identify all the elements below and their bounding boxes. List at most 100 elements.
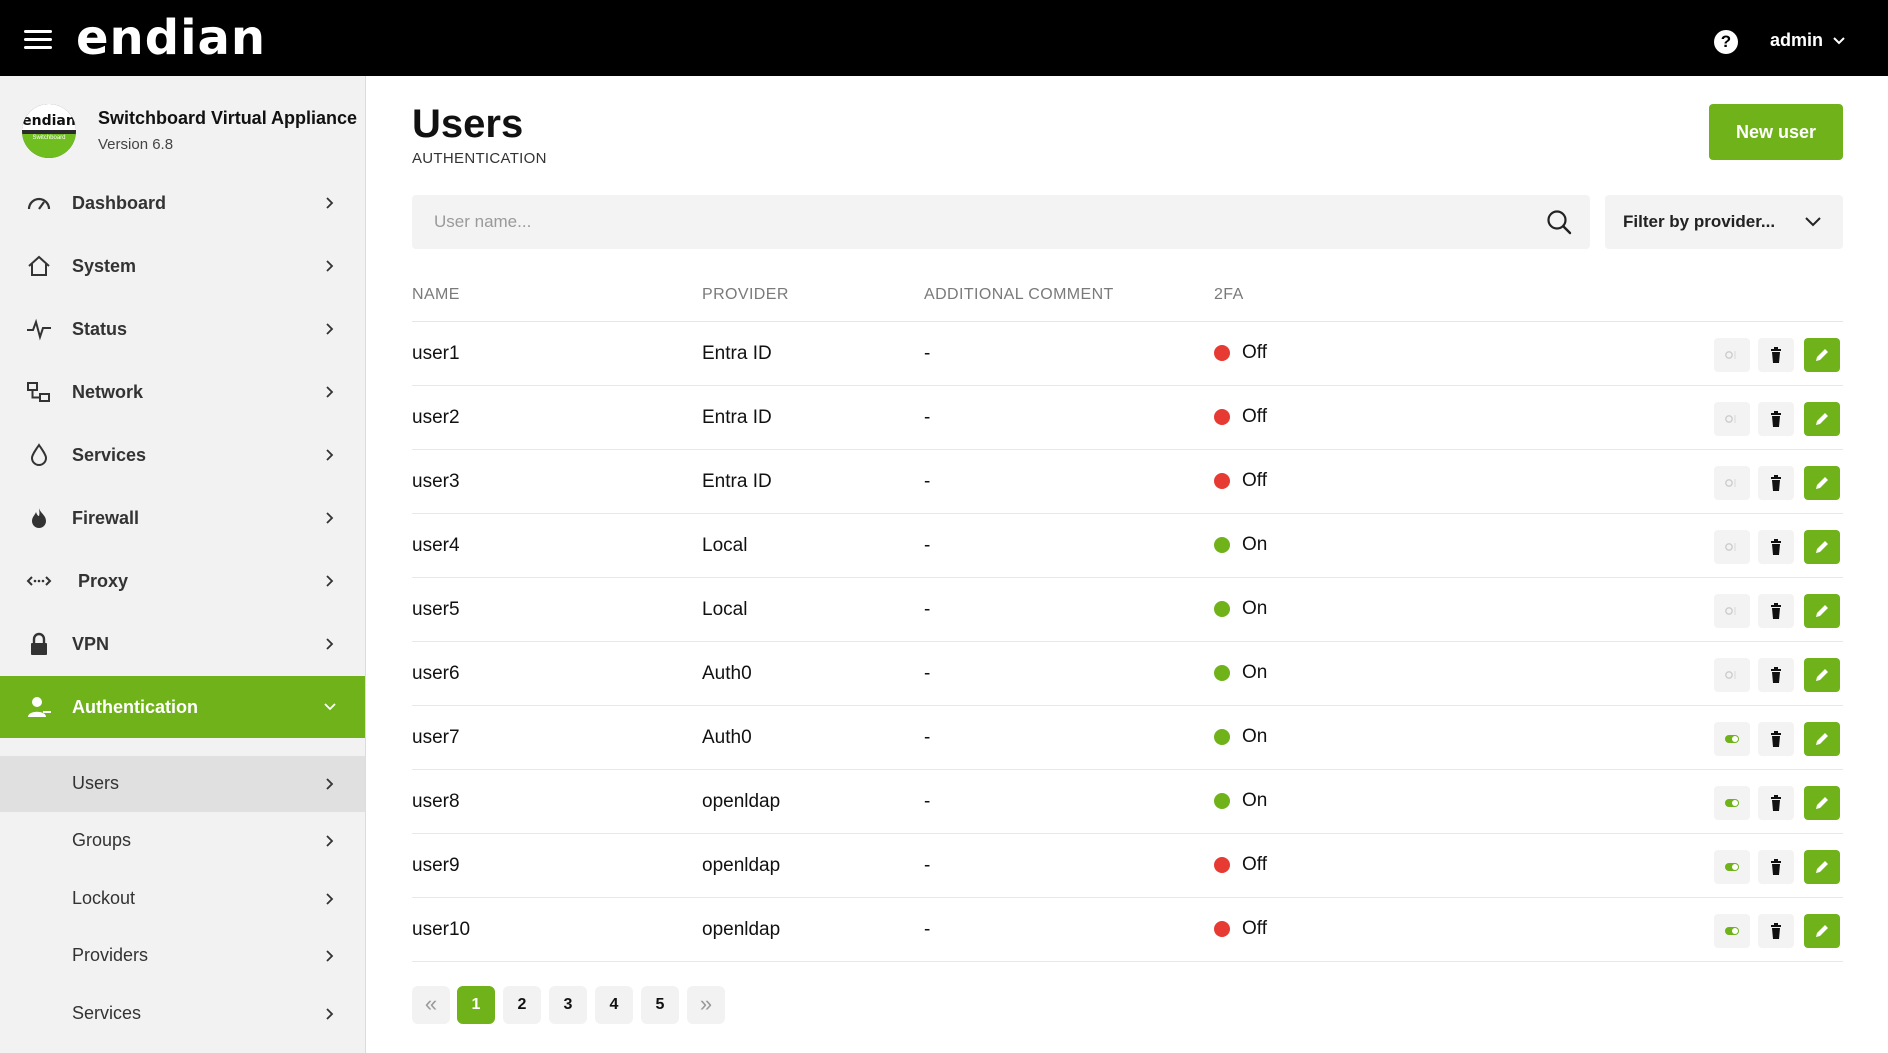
sidebar-item-label: VPN (72, 633, 110, 654)
column-header-comment[interactable]: ADDITIONAL COMMENT (924, 286, 1114, 304)
edit-user-button[interactable] (1804, 466, 1840, 500)
sidebar-subitem-providers[interactable]: Providers (0, 928, 365, 984)
twofa-cell: On (1214, 662, 1267, 684)
last-page-button[interactable]: » (687, 986, 725, 1024)
sidebar-item-label: System (72, 255, 137, 276)
twofa-cell: On (1214, 790, 1267, 812)
trash-icon (1771, 603, 1781, 619)
edit-user-button[interactable] (1804, 338, 1840, 372)
provider-cell: Entra ID (702, 343, 772, 364)
edit-user-button[interactable] (1804, 722, 1840, 756)
sidebar-item-vpn[interactable]: VPN (0, 613, 365, 675)
twofa-status: On (1242, 726, 1268, 747)
pencil-icon (1816, 349, 1828, 361)
sidebar-item-label: Network (72, 381, 144, 402)
edit-user-button[interactable] (1804, 850, 1840, 884)
provider-filter-select[interactable]: Filter by provider... (1605, 195, 1843, 249)
page-button-2[interactable]: 2 (503, 986, 541, 1024)
sidebar-subitem-label: Providers (72, 945, 149, 965)
toggle-user-button[interactable] (1714, 338, 1750, 372)
user-menu[interactable]: admin (1770, 30, 1845, 51)
toggle-user-button[interactable] (1714, 530, 1750, 564)
delete-user-button[interactable] (1758, 914, 1794, 948)
toggle-user-button[interactable] (1714, 722, 1750, 756)
page-button-4[interactable]: 4 (595, 986, 633, 1024)
delete-user-button[interactable] (1758, 658, 1794, 692)
edit-user-button[interactable] (1804, 658, 1840, 692)
sidebar-item-system[interactable]: System (0, 235, 365, 297)
toggle-user-button[interactable] (1714, 594, 1750, 628)
toggle-user-button[interactable] (1714, 658, 1750, 692)
column-header-2fa[interactable]: 2FA (1214, 286, 1244, 304)
hamburger-menu-icon[interactable] (24, 26, 54, 50)
app-logo[interactable]: endian (76, 12, 266, 64)
help-icon[interactable]: ? (1714, 30, 1738, 54)
sidebar-subitem-groups[interactable]: Groups (0, 813, 365, 869)
provider-cell: Entra ID (702, 407, 772, 428)
sidebar-subitem-label: Services (72, 1003, 142, 1023)
pencil-icon (1816, 733, 1828, 745)
sidebar-item-network[interactable]: Network (0, 361, 365, 423)
delete-user-button[interactable] (1758, 338, 1794, 372)
twofa-status: Off (1242, 406, 1267, 427)
sidebar-subitem-lockout[interactable]: Lockout (0, 871, 365, 927)
chevron-right-icon (326, 835, 334, 847)
sidebar: endian Switchboard Switchboard Virtual A… (0, 76, 366, 1053)
provider-cell: openldap (702, 855, 781, 876)
delete-user-button[interactable] (1758, 850, 1794, 884)
sidebar-item-dashboard[interactable]: Dashboard (0, 172, 365, 234)
lock-icon (26, 632, 52, 656)
pencil-icon (1816, 605, 1828, 617)
sidebar-item-proxy[interactable]: Proxy (0, 550, 365, 612)
provider-cell: Local (702, 535, 748, 556)
status-dot-icon (1214, 345, 1230, 361)
delete-user-button[interactable] (1758, 722, 1794, 756)
edit-user-button[interactable] (1804, 530, 1840, 564)
sidebar-item-label: Firewall (72, 507, 140, 528)
delete-user-button[interactable] (1758, 530, 1794, 564)
table-row: user7 Auth0 - On (412, 706, 1843, 770)
sidebar-item-status[interactable]: Status (0, 298, 365, 360)
comment-cell: - (924, 727, 931, 748)
toggle-user-button[interactable] (1714, 914, 1750, 948)
edit-user-button[interactable] (1804, 594, 1840, 628)
column-header-name[interactable]: NAME (412, 286, 460, 304)
table-row: user2 Entra ID - Off (412, 386, 1843, 450)
page-button-3[interactable]: 3 (549, 986, 587, 1024)
sidebar-item-label: Dashboard (72, 192, 167, 213)
toggle-user-button[interactable] (1714, 466, 1750, 500)
toggle-user-button[interactable] (1714, 402, 1750, 436)
sidebar-item-authentication[interactable]: Authentication (0, 676, 365, 738)
twofa-status: On (1242, 598, 1268, 619)
page-button-5[interactable]: 5 (641, 986, 679, 1024)
sidebar-item-firewall[interactable]: Firewall (0, 487, 365, 549)
delete-user-button[interactable] (1758, 786, 1794, 820)
edit-user-button[interactable] (1804, 914, 1840, 948)
twofa-cell: On (1214, 598, 1267, 620)
delete-user-button[interactable] (1758, 594, 1794, 628)
page-button-1[interactable]: 1 (457, 986, 495, 1024)
toggle-user-button[interactable] (1714, 786, 1750, 820)
user-name-cell: user5 (412, 599, 460, 620)
edit-user-button[interactable] (1804, 786, 1840, 820)
status-dot-icon (1214, 857, 1230, 873)
status-dot-icon (1214, 665, 1230, 681)
sidebar-item-services[interactable]: Services (0, 424, 365, 486)
first-page-button[interactable]: « (412, 986, 450, 1024)
sidebar-subitem-services[interactable]: Services (0, 986, 365, 1042)
sidebar-subitem-users[interactable]: Users (0, 756, 365, 812)
chevron-right-icon (326, 260, 334, 272)
search-icon[interactable] (1546, 209, 1572, 235)
comment-cell: - (924, 535, 931, 556)
twofa-cell: Off (1214, 470, 1267, 492)
edit-user-button[interactable] (1804, 402, 1840, 436)
provider-cell: Auth0 (702, 663, 752, 684)
search-input[interactable] (412, 195, 1542, 249)
top-bar: endian ? admin (0, 0, 1888, 76)
delete-user-button[interactable] (1758, 402, 1794, 436)
new-user-button[interactable]: New user (1709, 104, 1843, 160)
column-header-provider[interactable]: PROVIDER (702, 286, 789, 304)
delete-user-button[interactable] (1758, 466, 1794, 500)
comment-cell: - (924, 919, 931, 940)
toggle-user-button[interactable] (1714, 850, 1750, 884)
